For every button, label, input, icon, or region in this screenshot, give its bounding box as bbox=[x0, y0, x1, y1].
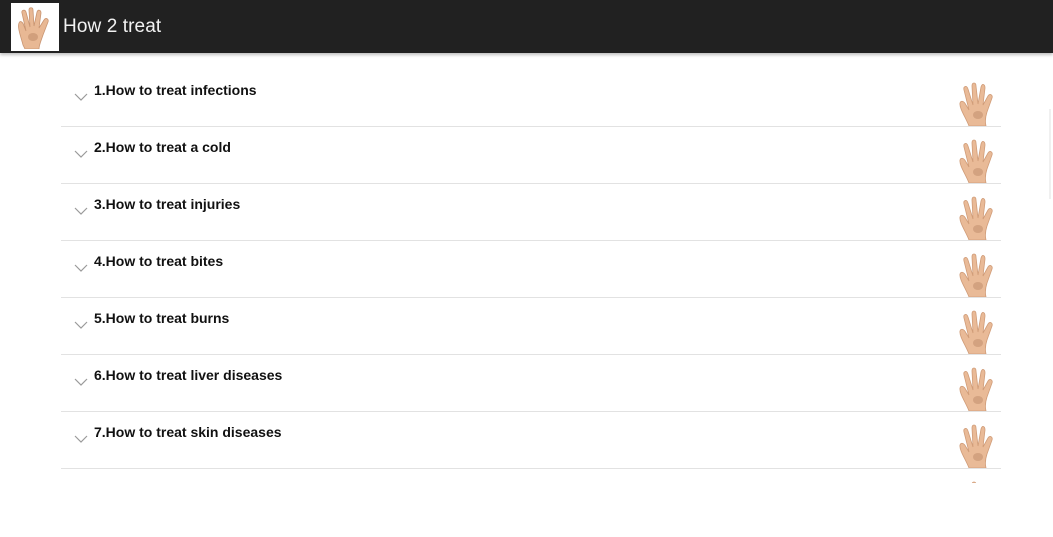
list-item-label: 2.How to treat a cold bbox=[94, 139, 231, 155]
chevron-down-icon[interactable] bbox=[74, 206, 88, 216]
list-item-label: 3.How to treat injuries bbox=[94, 196, 241, 212]
list-item-label: 7.How to treat skin diseases bbox=[94, 424, 282, 440]
chevron-down-icon[interactable] bbox=[74, 434, 88, 444]
list-item-label: 4.How to treat bites bbox=[94, 253, 224, 269]
list-item-label: 8.How to treat brain diseases bbox=[94, 481, 288, 483]
list-item[interactable]: 3.How to treat injuries bbox=[61, 184, 1001, 241]
chevron-down-icon[interactable] bbox=[74, 377, 88, 387]
list-item-label: 1.How to treat infections bbox=[94, 82, 257, 98]
list-item-label: 6.How to treat liver diseases bbox=[94, 367, 283, 383]
list-item[interactable]: 5.How to treat burns bbox=[61, 298, 1001, 355]
open-hand-icon bbox=[959, 139, 993, 183]
list-item[interactable]: 7.How to treat skin diseases bbox=[61, 412, 1001, 469]
open-hand-icon bbox=[959, 367, 993, 411]
list-item[interactable]: 1.How to treat infections bbox=[61, 70, 1001, 127]
open-hand-icon bbox=[959, 310, 993, 354]
chevron-down-icon[interactable] bbox=[74, 263, 88, 273]
app-title: How 2 treat bbox=[63, 15, 162, 37]
chevron-down-icon[interactable] bbox=[74, 149, 88, 159]
scrollbar[interactable] bbox=[1049, 109, 1051, 199]
list-item-label: 5.How to treat burns bbox=[94, 310, 230, 326]
open-hand-icon bbox=[959, 196, 993, 240]
open-hand-icon bbox=[972, 481, 976, 483]
topic-list[interactable]: 1.How to treat infections 2.How to treat… bbox=[0, 53, 1053, 483]
action-bar: How 2 treat bbox=[0, 0, 1053, 53]
open-hand-icon bbox=[959, 424, 993, 468]
list-item[interactable]: 8.How to treat brain diseases bbox=[61, 469, 1001, 483]
list-item[interactable]: 2.How to treat a cold bbox=[61, 127, 1001, 184]
chevron-down-icon[interactable] bbox=[74, 320, 88, 330]
list-item[interactable]: 6.How to treat liver diseases bbox=[61, 355, 1001, 412]
chevron-down-icon[interactable] bbox=[74, 92, 88, 102]
open-hand-icon bbox=[959, 82, 993, 126]
open-hand-icon[interactable] bbox=[11, 2, 59, 51]
list-item[interactable]: 4.How to treat bites bbox=[61, 241, 1001, 298]
open-hand-icon bbox=[959, 253, 993, 297]
